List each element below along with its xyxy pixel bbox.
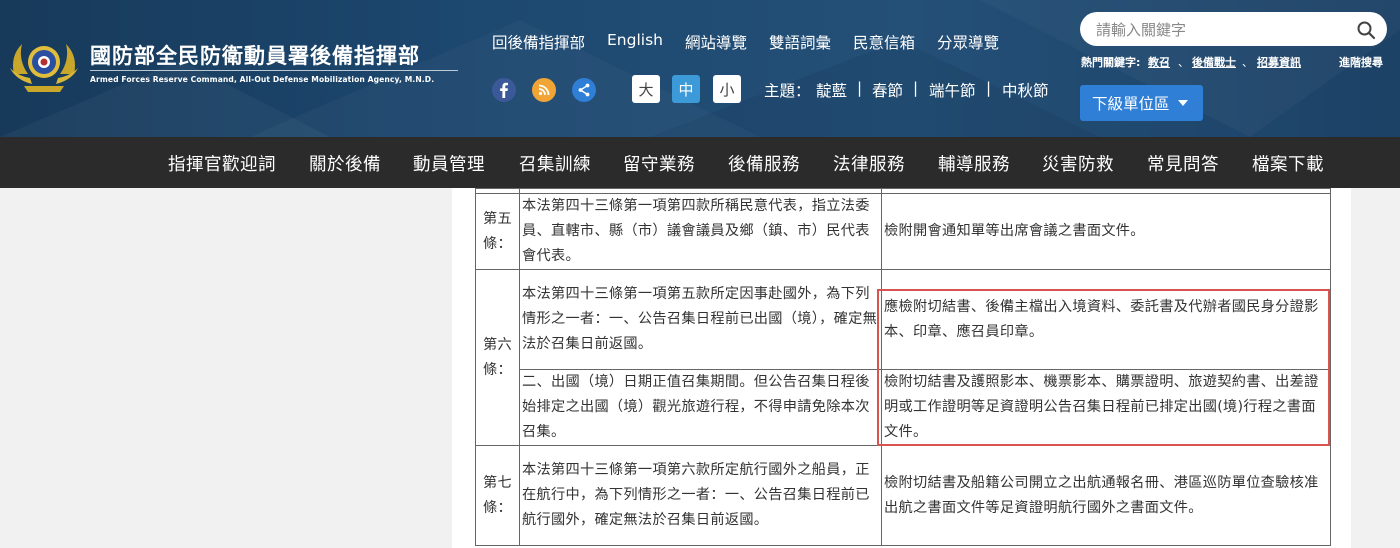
- document-cell: 檢附切結書及護照影本、機票影本、購票證明、旅遊契約書、出差證明或工作證明等足資證…: [881, 369, 1331, 446]
- link-audience-guide[interactable]: 分眾導覽: [937, 31, 999, 53]
- theme-label: 主題：: [764, 82, 811, 100]
- nav-item-mobilization[interactable]: 動員管理: [413, 151, 485, 176]
- nav-item-faq[interactable]: 常見問答: [1147, 151, 1219, 176]
- theme-indigo[interactable]: 靛藍: [816, 79, 847, 101]
- link-bilingual-glossary[interactable]: 雙語詞彙: [769, 31, 831, 53]
- font-size-medium-button[interactable]: 中: [672, 75, 700, 103]
- theme-separator: |: [857, 79, 863, 97]
- condition-cell: 二、出國（境）日期正值召集期間。但公告召集日程後始排定之出國（境）觀光旅遊行程，…: [519, 369, 882, 446]
- title-divider: [90, 70, 458, 71]
- advanced-search-link[interactable]: 進階搜尋: [1339, 54, 1383, 70]
- table-row: 第七條： 本法第四十三條第一項第六款所定航行國外之船員，正在航行中，為下列情形之…: [475, 445, 1331, 546]
- hot-keyword-separator: 、: [1178, 56, 1189, 69]
- hot-keyword-link[interactable]: 後備戰士: [1192, 54, 1236, 70]
- site-header: 國防部全民防衛動員署後備指揮部 Armed Forces Reserve Com…: [0, 0, 1400, 137]
- nav-item-about[interactable]: 關於後備: [309, 151, 381, 176]
- condition-cell: 本法第四十三條第一項第四款所稱民意代表，指立法委員、直轄市、縣（市）議會議員及鄉…: [519, 193, 882, 270]
- article-label: 第六條：: [475, 269, 520, 446]
- search-box: [1080, 12, 1387, 48]
- document-cell: 應檢附切結書、後備主檔出入境資料、委託書及代辦者國民身分證影本、印章、應召員印章…: [881, 269, 1331, 370]
- theme-separator: |: [986, 79, 992, 97]
- search-icon[interactable]: [1356, 20, 1376, 40]
- hot-keyword-link[interactable]: 教召: [1148, 54, 1170, 70]
- nav-item-downloads[interactable]: 檔案下載: [1252, 151, 1324, 176]
- hot-keywords-label: 熱門關鍵字:: [1081, 56, 1141, 69]
- caret-down-icon: [1177, 100, 1188, 106]
- hot-keyword-separator: 、: [1242, 56, 1253, 69]
- link-back-to-command[interactable]: 回後備指揮部: [492, 31, 585, 53]
- main-nav: 指揮官歡迎詞 關於後備 動員管理 召集訓練 留守業務 後備服務 法律服務 輔導服…: [0, 137, 1400, 188]
- link-sitemap[interactable]: 網站導覽: [685, 31, 747, 53]
- top-links: 回後備指揮部 English 網站導覽 雙語詞彙 民意信箱 分眾導覽: [492, 31, 1021, 53]
- document-cell: 檢附開會通知單等出席會議之書面文件。: [881, 193, 1331, 270]
- site-title[interactable]: 國防部全民防衛動員署後備指揮部: [90, 40, 420, 70]
- hot-keyword-link[interactable]: 招募資訊: [1257, 54, 1301, 70]
- dropdown-label: 下級單位區: [1092, 95, 1170, 113]
- theme-mid-autumn[interactable]: 中秋節: [1002, 79, 1049, 101]
- link-public-mailbox[interactable]: 民意信箱: [853, 31, 915, 53]
- condition-cell: 本法第四十三條第一項第五款所定因事赴國外，為下列情形之一者：一、公告召集日程前已…: [519, 269, 882, 370]
- theme-spring-festival[interactable]: 春節: [872, 79, 903, 101]
- nav-item-standby[interactable]: 留守業務: [623, 151, 695, 176]
- agency-emblem-icon[interactable]: [6, 34, 82, 96]
- font-size-large-button[interactable]: 大: [632, 75, 660, 103]
- table-row: 第六條： 本法第四十三條第一項第五款所定因事赴國外，為下列情形之一者：一、公告召…: [475, 269, 1331, 446]
- subordinate-units-dropdown[interactable]: 下級單位區: [1080, 85, 1203, 121]
- condition-cell: 本法第四十三條第一項第六款所定航行國外之船員，正在航行中，為下列情形之一者：一、…: [519, 445, 882, 546]
- nav-item-counseling[interactable]: 輔導服務: [938, 151, 1010, 176]
- table-row: 第五條： 本法第四十三條第一項第四款所稱民意代表，指立法委員、直轄市、縣（市）議…: [475, 193, 1331, 270]
- font-size-small-button[interactable]: 小: [713, 75, 741, 103]
- nav-item-training[interactable]: 召集訓練: [519, 151, 591, 176]
- rss-icon[interactable]: [532, 78, 556, 102]
- document-cell: 檢附切結書及船籍公司開立之出航通報名冊、港區巡防單位查驗核准出航之書面文件等足資…: [881, 445, 1331, 546]
- nav-item-commander-welcome[interactable]: 指揮官歡迎詞: [168, 151, 276, 176]
- link-english[interactable]: English: [607, 31, 663, 53]
- table-row: 二、出國（境）日期正值召集期間。但公告召集日程後始排定之出國（境）觀光旅遊行程，…: [476, 369, 1331, 446]
- search-input[interactable]: [1094, 12, 1348, 48]
- nav-item-disaster-relief[interactable]: 災害防救: [1042, 151, 1114, 176]
- facebook-icon[interactable]: [492, 78, 516, 102]
- regulation-table: 第五條： 本法第四十三條第一項第四款所稱民意代表，指立法委員、直轄市、縣（市）議…: [475, 188, 1331, 546]
- nav-item-legal-services[interactable]: 法律服務: [833, 151, 905, 176]
- share-icon[interactable]: [572, 78, 596, 102]
- nav-item-reserve-services[interactable]: 後備服務: [728, 151, 800, 176]
- site-subtitle: Armed Forces Reserve Command, All-Out De…: [90, 75, 435, 84]
- article-label: 第七條：: [475, 445, 520, 546]
- theme-dragon-boat[interactable]: 端午節: [929, 79, 976, 101]
- article-label: 第五條：: [475, 193, 520, 270]
- theme-separator: |: [913, 79, 919, 97]
